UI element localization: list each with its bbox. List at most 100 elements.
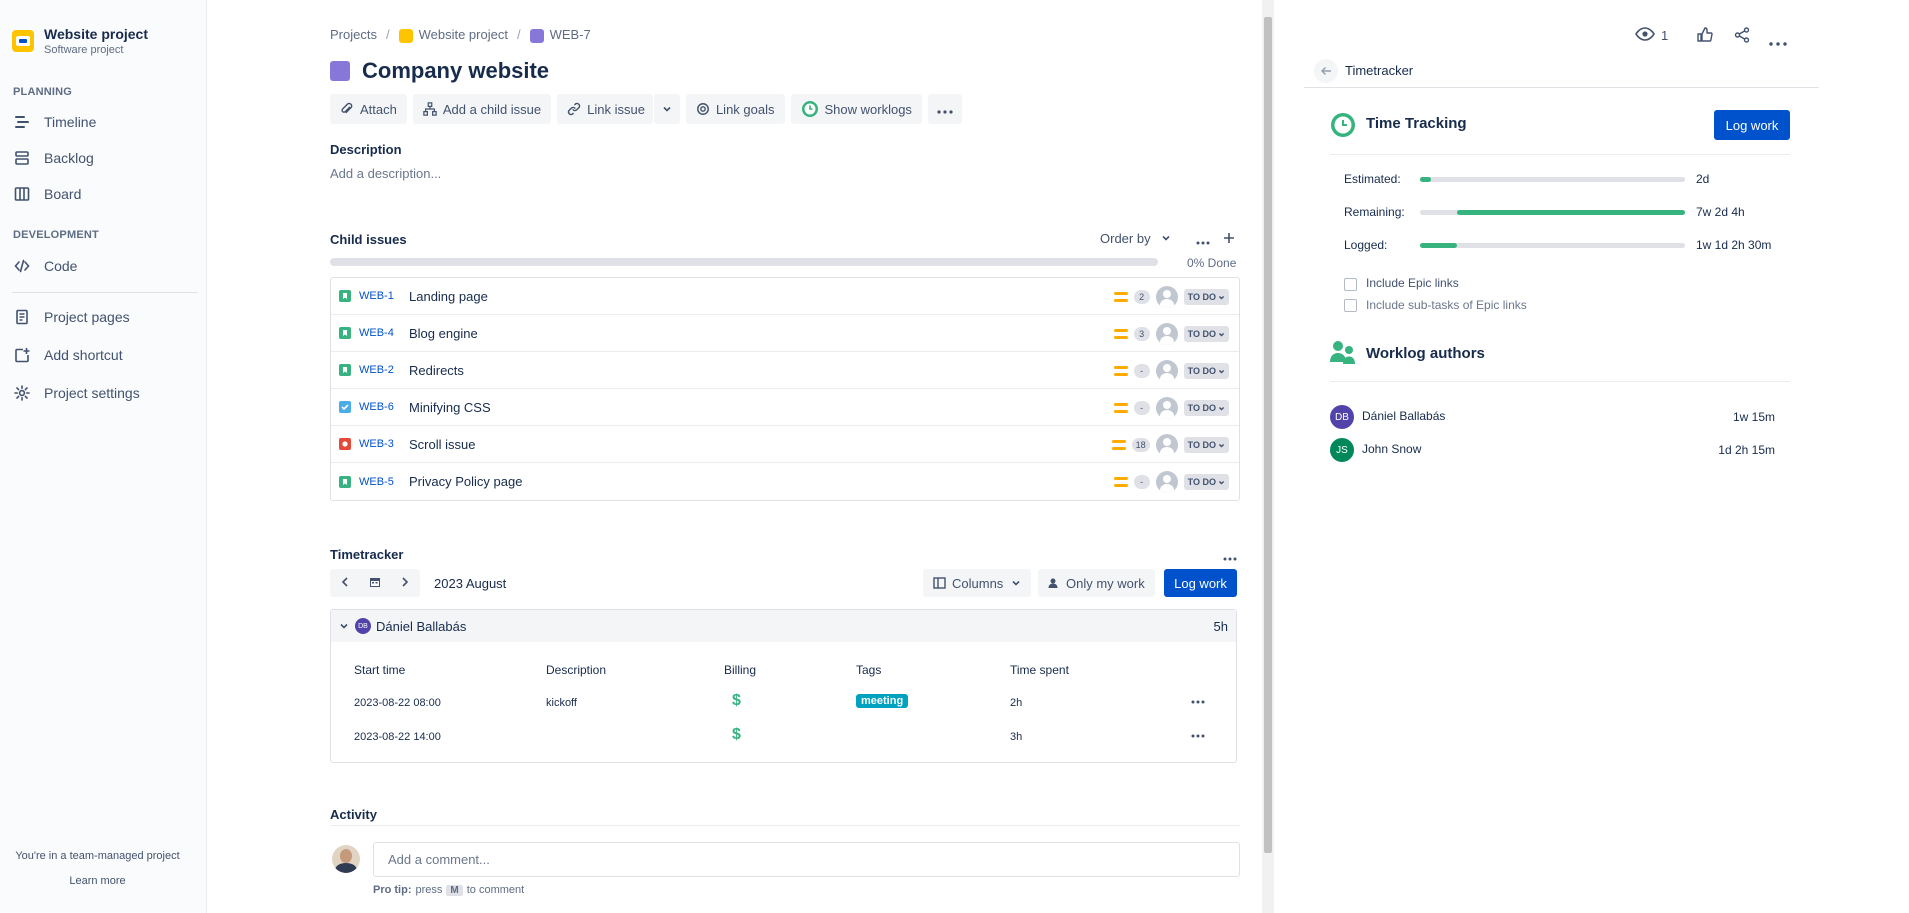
next-period-button[interactable] bbox=[390, 569, 420, 597]
project-logo-icon bbox=[12, 30, 34, 52]
status-badge[interactable]: TO DO bbox=[1183, 363, 1229, 379]
add-child-button[interactable] bbox=[1223, 231, 1235, 247]
list-item[interactable]: DB Dániel Ballabás 1w 15m bbox=[1330, 405, 1790, 429]
breadcrumb-projects[interactable]: Projects bbox=[330, 27, 377, 42]
columns-button[interactable]: Columns bbox=[923, 569, 1032, 597]
calendar-icon bbox=[369, 575, 381, 591]
section-development: DEVELOPMENT bbox=[13, 229, 99, 241]
more-actions-button[interactable] bbox=[927, 94, 962, 124]
col-description[interactable]: Description bbox=[546, 663, 606, 677]
status-badge[interactable]: TO DO bbox=[1183, 326, 1229, 342]
child-issue-summary[interactable]: Blog engine bbox=[409, 326, 478, 341]
estimated-label: Estimated: bbox=[1344, 172, 1401, 186]
row-more-button[interactable] bbox=[1191, 729, 1205, 741]
list-item[interactable]: WEB-5 Privacy Policy page - TO DO bbox=[331, 463, 1239, 500]
add-child-label: Add a child issue bbox=[442, 101, 542, 117]
unassigned-avatar[interactable] bbox=[1155, 434, 1178, 456]
sidebar-item-project-pages[interactable]: Project pages bbox=[12, 304, 130, 330]
list-item[interactable]: JS John Snow 1d 2h 15m bbox=[1330, 438, 1790, 462]
sidebar-divider bbox=[12, 292, 198, 293]
breadcrumb-issue-key: WEB-7 bbox=[549, 27, 591, 42]
col-time-spent[interactable]: Time spent bbox=[1010, 663, 1069, 677]
breadcrumb-issue[interactable]: WEB-7 bbox=[529, 27, 591, 43]
estimated-bar bbox=[1420, 177, 1685, 182]
log-work-button[interactable]: Log work bbox=[1164, 569, 1237, 597]
unassigned-avatar[interactable] bbox=[1155, 397, 1178, 419]
like-button[interactable] bbox=[1697, 27, 1713, 46]
sidebar-item-timeline[interactable]: Timeline bbox=[12, 109, 96, 135]
child-issue-summary[interactable]: Scroll issue bbox=[409, 437, 475, 452]
child-issue-summary[interactable]: Landing page bbox=[409, 289, 488, 304]
panel-more-button[interactable] bbox=[1769, 33, 1787, 49]
list-item[interactable]: WEB-1 Landing page 2 TO DO bbox=[331, 278, 1239, 315]
attach-button[interactable]: Attach bbox=[330, 94, 407, 124]
worklog-group-header[interactable]: DB Dániel Ballabás 5h bbox=[331, 610, 1236, 642]
list-item[interactable]: WEB-4 Blog engine 3 TO DO bbox=[331, 315, 1239, 352]
calendar-button[interactable] bbox=[360, 569, 390, 597]
status-badge[interactable]: TO DO bbox=[1183, 474, 1229, 490]
scrollbar-thumb[interactable] bbox=[1264, 17, 1272, 853]
log-work-button[interactable]: Log work bbox=[1714, 110, 1790, 140]
col-billing[interactable]: Billing bbox=[724, 663, 756, 677]
back-button[interactable] bbox=[1314, 59, 1338, 83]
order-by-dropdown[interactable]: Order by bbox=[1100, 231, 1171, 246]
unassigned-avatar[interactable] bbox=[1155, 471, 1178, 493]
remaining-fill bbox=[1457, 210, 1685, 215]
sidebar-item-backlog[interactable]: Backlog bbox=[12, 145, 94, 171]
unassigned-avatar[interactable] bbox=[1155, 286, 1178, 308]
timetracker-more-button[interactable] bbox=[1223, 548, 1237, 564]
add-child-issue-button[interactable]: Add a child issue bbox=[412, 94, 552, 124]
story-points-badge: - bbox=[1133, 364, 1150, 378]
list-item[interactable]: WEB-3 Scroll issue 18 TO DO bbox=[331, 426, 1239, 463]
issue-title-text: Company website bbox=[362, 58, 550, 83]
only-my-work-label: Only my work bbox=[1066, 575, 1145, 591]
sidebar-item-code[interactable]: Code bbox=[12, 253, 77, 279]
page-title[interactable]: Company website bbox=[330, 58, 549, 84]
watchers-button[interactable]: 1 bbox=[1635, 27, 1668, 44]
show-worklogs-button[interactable]: Show worklogs bbox=[790, 94, 922, 124]
include-subtasks-checkbox[interactable] bbox=[1344, 299, 1357, 312]
child-issue-summary[interactable]: Privacy Policy page bbox=[409, 474, 522, 489]
col-tags[interactable]: Tags bbox=[856, 663, 881, 677]
only-my-work-button[interactable]: Only my work bbox=[1038, 569, 1155, 597]
link-issue-dropdown[interactable] bbox=[653, 94, 680, 124]
link-issue-label: Link issue bbox=[587, 101, 645, 117]
child-issue-key[interactable]: WEB-2 bbox=[359, 364, 409, 376]
breadcrumb-project-label: Website project bbox=[418, 27, 508, 42]
chevron-down-icon bbox=[1218, 405, 1225, 412]
child-issue-key[interactable]: WEB-3 bbox=[359, 438, 409, 450]
description-field[interactable]: Add a description... bbox=[330, 166, 441, 181]
status-badge[interactable]: TO DO bbox=[1183, 289, 1229, 305]
sidebar-item-project-settings[interactable]: Project settings bbox=[12, 380, 140, 406]
learn-more-link[interactable]: Learn more bbox=[0, 875, 195, 887]
project-logo-icon bbox=[398, 28, 413, 43]
list-item[interactable]: WEB-6 Minifying CSS - TO DO bbox=[331, 389, 1239, 426]
project-header[interactable]: Website project Software project bbox=[12, 26, 148, 56]
child-issue-key[interactable]: WEB-4 bbox=[359, 327, 409, 339]
child-issue-key[interactable]: WEB-1 bbox=[359, 290, 409, 302]
col-start-time[interactable]: Start time bbox=[354, 663, 405, 677]
list-item[interactable]: WEB-2 Redirects - TO DO bbox=[331, 352, 1239, 389]
worklog-table: DB Dániel Ballabás 5h Start time Descrip… bbox=[330, 609, 1237, 763]
prev-period-button[interactable] bbox=[330, 569, 360, 597]
breadcrumb-project[interactable]: Website project bbox=[398, 27, 508, 43]
comment-input[interactable]: Add a comment... bbox=[373, 842, 1240, 877]
share-button[interactable] bbox=[1734, 27, 1750, 46]
link-goals-button[interactable]: Link goals bbox=[685, 94, 785, 124]
row-more-button[interactable] bbox=[1191, 695, 1205, 707]
status-badge[interactable]: TO DO bbox=[1183, 400, 1229, 416]
timeline-icon bbox=[12, 112, 32, 132]
child-more-button[interactable] bbox=[1196, 232, 1210, 248]
link-issue-button[interactable]: Link issue bbox=[557, 94, 653, 124]
unassigned-avatar[interactable] bbox=[1155, 323, 1178, 345]
child-issue-key[interactable]: WEB-5 bbox=[359, 476, 409, 488]
include-epic-checkbox[interactable] bbox=[1344, 278, 1357, 291]
sidebar-item-add-shortcut[interactable]: Add shortcut bbox=[12, 342, 123, 368]
child-issue-summary[interactable]: Redirects bbox=[409, 363, 464, 378]
unassigned-avatar[interactable] bbox=[1155, 360, 1178, 382]
child-issue-key[interactable]: WEB-6 bbox=[359, 401, 409, 413]
child-issue-summary[interactable]: Minifying CSS bbox=[409, 400, 491, 415]
status-badge[interactable]: TO DO bbox=[1183, 437, 1229, 453]
billable-icon: $ bbox=[732, 726, 741, 743]
sidebar-item-board[interactable]: Board bbox=[12, 181, 81, 207]
